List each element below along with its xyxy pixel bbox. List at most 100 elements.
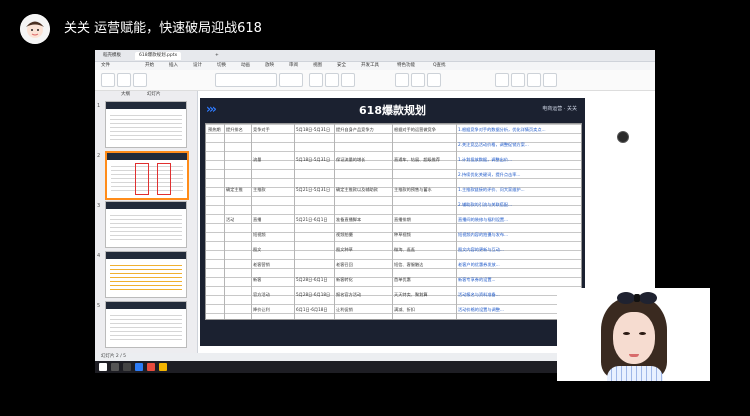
table-cell: 微淘、逛逛 <box>394 247 415 252</box>
thumb-number: 1 <box>97 103 101 109</box>
table-cell: 保证流量的增长 <box>336 157 366 162</box>
main-slide[interactable]: ››› 618爆款规划 电商运营 · 关关 预热期 提升排名 竞争对手 5月18日-5… <box>200 98 585 346</box>
task-view-icon[interactable] <box>123 363 131 371</box>
windows-start-icon[interactable] <box>99 363 107 371</box>
folder-icon[interactable] <box>159 363 167 371</box>
table-cell: 满减、折扣 <box>394 307 415 312</box>
menu-features[interactable]: 特色功能 <box>397 62 415 70</box>
menu-security[interactable]: 安全 <box>337 62 346 70</box>
plan-table: 预热期 提升排名 竞争对手 5月18日-5月31日 提升自身产品竞争力 根据对手的运营做竞… <box>205 123 582 320</box>
table-cell: 官方活动 <box>253 292 270 297</box>
table-cell: 5月28日-6月1日 <box>296 277 328 282</box>
presenter-tools <box>617 131 629 169</box>
menu-file[interactable]: 文件 <box>101 62 110 70</box>
menu-transition[interactable]: 切换 <box>217 62 226 70</box>
table-cell: 准备直播脚本 <box>336 217 362 222</box>
thumb-number: 4 <box>97 253 101 259</box>
textbox-icon[interactable] <box>511 73 525 87</box>
table-cell: 让利促销 <box>336 307 353 312</box>
table-cell: 天天特卖、聚划算 <box>394 292 428 297</box>
layout-icon[interactable] <box>133 73 147 87</box>
align-left-icon[interactable] <box>395 73 409 87</box>
avatar-icon <box>20 14 50 44</box>
table-cell: 提升排名 <box>226 127 243 132</box>
table-cell: 新客专享券的设置... <box>458 277 496 282</box>
menu-review[interactable]: 审阅 <box>289 62 298 70</box>
table-cell: 2.关注竞品活动价格，调整促销方案... <box>458 142 529 147</box>
table-cell: 1.根据竞争对手的数据分析，优化详情页卖点... <box>458 127 546 132</box>
ribbon-toolbar <box>95 70 655 91</box>
font-select[interactable] <box>215 73 277 87</box>
tab-outline[interactable]: 大纲 <box>121 91 130 99</box>
slide-thumbnail-active[interactable] <box>105 151 189 200</box>
menu-view[interactable]: 视图 <box>313 62 322 70</box>
table-cell: 主推款 <box>253 187 266 192</box>
avatar[interactable] <box>20 14 50 44</box>
menu-animation[interactable]: 动画 <box>241 62 250 70</box>
table-cell: 视频拍摄 <box>336 232 353 237</box>
presenter-shirt <box>607 366 663 381</box>
italic-icon[interactable] <box>325 73 339 87</box>
arrange-icon[interactable] <box>527 73 541 87</box>
ribbon-menu: 文件 开始 插入 设计 切换 动画 放映 审阅 视图 安全 开发工具 特色功能 … <box>95 62 655 70</box>
tab-document[interactable]: 618爆款规划.pptx <box>135 52 182 60</box>
underline-icon[interactable] <box>341 73 355 87</box>
table-cell: 2.辅助款的引流与关联搭配... <box>458 202 513 207</box>
panel-tabs: 大纲 幻灯片 <box>95 91 197 99</box>
table-cell: 主推款的预售与蓄水 <box>394 187 432 192</box>
menu-slideshow[interactable]: 放映 <box>265 62 274 70</box>
slide-thumbnail[interactable] <box>105 101 187 148</box>
table-cell: 根据对手的运营做竞争 <box>394 127 436 132</box>
table-cell: 图文种草 <box>336 247 353 252</box>
slide-thumbnail[interactable] <box>105 251 187 298</box>
table-cell: 种草视频 <box>394 232 411 237</box>
table-cell: 预热期 <box>208 127 221 132</box>
menu-home[interactable]: 开始 <box>145 62 154 70</box>
table-cell: 直通车、钻展、超级推荐 <box>394 157 441 162</box>
table-cell: 1.计划投放数据，调整出价... <box>458 157 513 162</box>
font-size-select[interactable] <box>279 73 303 87</box>
brand-logo: 电商运营 · 关关 <box>542 106 577 112</box>
new-slide-icon[interactable] <box>117 73 131 87</box>
table-cell: 确定主推款以及辅助款 <box>336 187 378 192</box>
slide-title: 618爆款规划 <box>359 104 426 117</box>
wps-icon[interactable] <box>147 363 155 371</box>
tab-templates[interactable]: 稻壳模板 <box>99 52 125 60</box>
table-cell: 直播 <box>253 217 262 222</box>
find-icon[interactable] <box>543 73 557 87</box>
table-cell: 活动 <box>226 217 235 222</box>
search-icon[interactable] <box>111 363 119 371</box>
table-cell: 直播间的装修与福利设置... <box>458 217 509 222</box>
bold-icon[interactable] <box>309 73 323 87</box>
menu-developer[interactable]: 开发工具 <box>361 62 379 70</box>
table-cell: 6月1日-6月18日 <box>296 307 328 312</box>
table-cell: 提升自身产品竞争力 <box>336 127 374 132</box>
align-right-icon[interactable] <box>427 73 441 87</box>
shape-icon[interactable] <box>495 73 509 87</box>
table-cell: 竞争对手 <box>253 127 270 132</box>
slide-footer <box>200 322 585 346</box>
table-cell: 5月28日-6月18日 <box>296 292 331 297</box>
webcam-overlay <box>557 288 710 381</box>
table-cell: 老客召回 <box>336 262 353 267</box>
new-tab-button[interactable]: + <box>211 52 223 60</box>
tab-slides[interactable]: 幻灯片 <box>147 91 161 99</box>
menu-design[interactable]: 设计 <box>193 62 202 70</box>
table-cell: 确定主推 <box>226 187 243 192</box>
table-cell: 短信、客服触达 <box>394 262 424 267</box>
slide-counter: 幻灯片 2 / 5 <box>101 354 127 359</box>
browser-icon[interactable] <box>135 363 143 371</box>
slide-thumbnail[interactable] <box>105 301 187 348</box>
table-cell: 5月21日-5月31日 <box>296 187 331 192</box>
paste-icon[interactable] <box>101 73 115 87</box>
table-cell: 1.主推款链接的评价、问大家维护... <box>458 187 525 192</box>
slide-thumbnail[interactable] <box>105 201 187 248</box>
mouth <box>629 354 639 357</box>
align-center-icon[interactable] <box>411 73 425 87</box>
menu-insert[interactable]: 插入 <box>169 62 178 70</box>
pointer-tool-icon[interactable] <box>617 131 629 143</box>
table-cell: 短视频内容的拍摄与发布... <box>458 232 509 237</box>
menu-search[interactable]: Q查找 <box>433 62 446 70</box>
thumb-number: 2 <box>97 153 101 159</box>
stream-title: 关关 运营赋能，快速破局迎战618 <box>64 21 262 36</box>
